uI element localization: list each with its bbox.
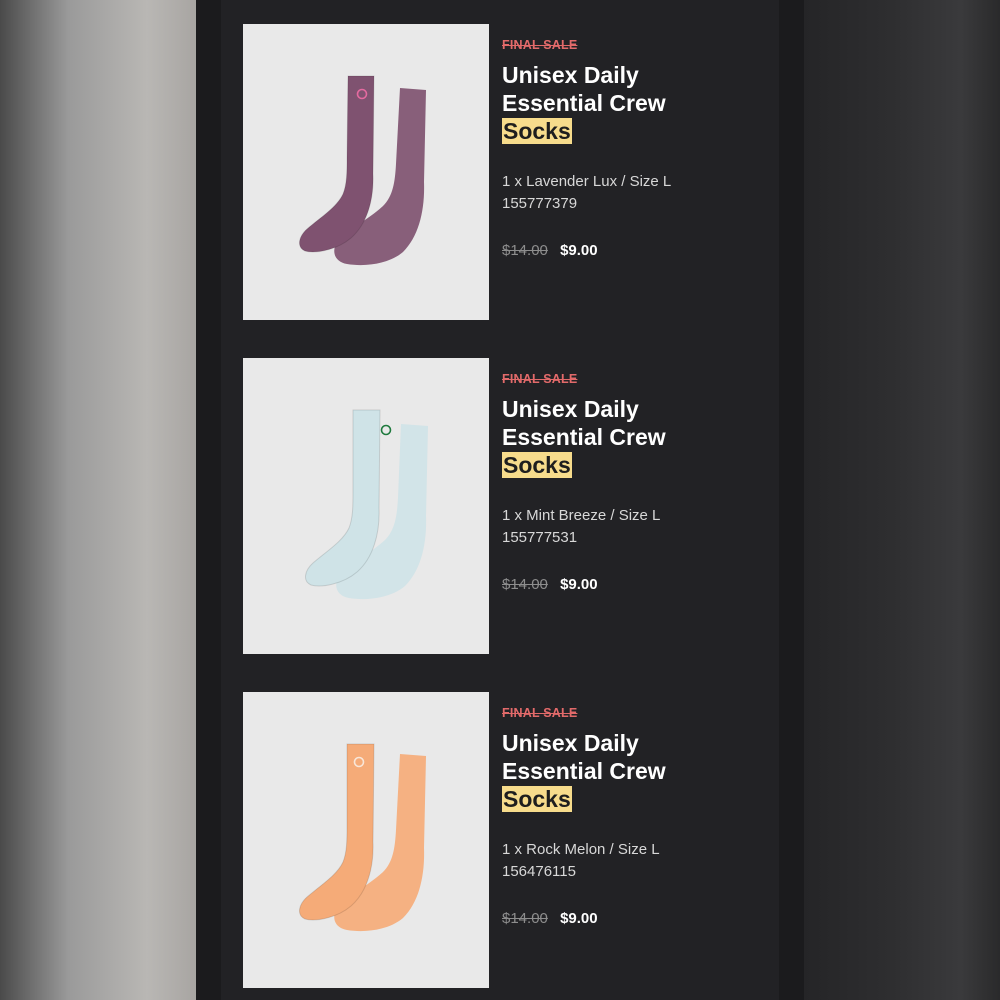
final-sale-badge: FINAL SALE <box>502 372 578 386</box>
variant-details: 1 x Mint Breeze / Size L 155777531 <box>502 505 660 549</box>
sale-price: $9.00 <box>560 910 598 927</box>
sku-number: 156476115 <box>502 863 576 880</box>
variant-label: 1 x Lavender Lux / Size L <box>502 173 672 190</box>
product-title[interactable]: Unisex Daily Essential Crew Socks <box>502 729 722 813</box>
product-image[interactable] <box>243 24 489 320</box>
search-highlight: Socks <box>502 118 572 144</box>
search-highlight: Socks <box>502 452 572 478</box>
sku-number: 155777531 <box>502 529 578 546</box>
variant-details: 1 x Lavender Lux / Size L 155777379 <box>502 171 671 215</box>
sock-pair-image <box>299 743 426 932</box>
final-sale-badge: FINAL SALE <box>502 706 578 720</box>
blurred-background-right <box>804 0 1000 1000</box>
variant-label: 1 x Mint Breeze / Size L <box>502 507 661 524</box>
sku-number: 155777379 <box>502 195 578 212</box>
sale-price: $9.00 <box>560 242 598 259</box>
product-title[interactable]: Unisex Daily Essential Crew Socks <box>502 395 722 479</box>
search-highlight: Socks <box>502 786 572 812</box>
blurred-background-left <box>0 0 196 1000</box>
brand-logo-icon <box>380 424 392 436</box>
product-title-text: Unisex Daily Essential Crew <box>502 396 666 450</box>
original-price: $14.00 <box>502 910 548 927</box>
product-title-text: Unisex Daily Essential Crew <box>502 730 666 784</box>
product-title[interactable]: Unisex Daily Essential Crew Socks <box>502 61 722 145</box>
product-image[interactable] <box>243 358 489 654</box>
sale-price: $9.00 <box>560 576 598 593</box>
product-image[interactable] <box>243 692 489 988</box>
product-title-text: Unisex Daily Essential Crew <box>502 62 666 116</box>
sock-pair-image <box>305 409 428 600</box>
order-item[interactable]: FINAL SALE Unisex Daily Essential Crew S… <box>243 24 743 322</box>
price-row: $14.00 $9.00 <box>502 242 598 259</box>
order-item[interactable]: FINAL SALE Unisex Daily Essential Crew S… <box>243 358 743 656</box>
original-price: $14.00 <box>502 576 548 593</box>
price-row: $14.00 $9.00 <box>502 910 598 927</box>
price-row: $14.00 $9.00 <box>502 576 598 593</box>
order-item[interactable]: FINAL SALE Unisex Daily Essential Crew S… <box>243 692 743 990</box>
variant-label: 1 x Rock Melon / Size L <box>502 841 660 858</box>
sock-pair-image <box>299 75 426 266</box>
final-sale-badge: FINAL SALE <box>502 38 578 52</box>
variant-details: 1 x Rock Melon / Size L 156476115 <box>502 839 660 883</box>
original-price: $14.00 <box>502 242 548 259</box>
